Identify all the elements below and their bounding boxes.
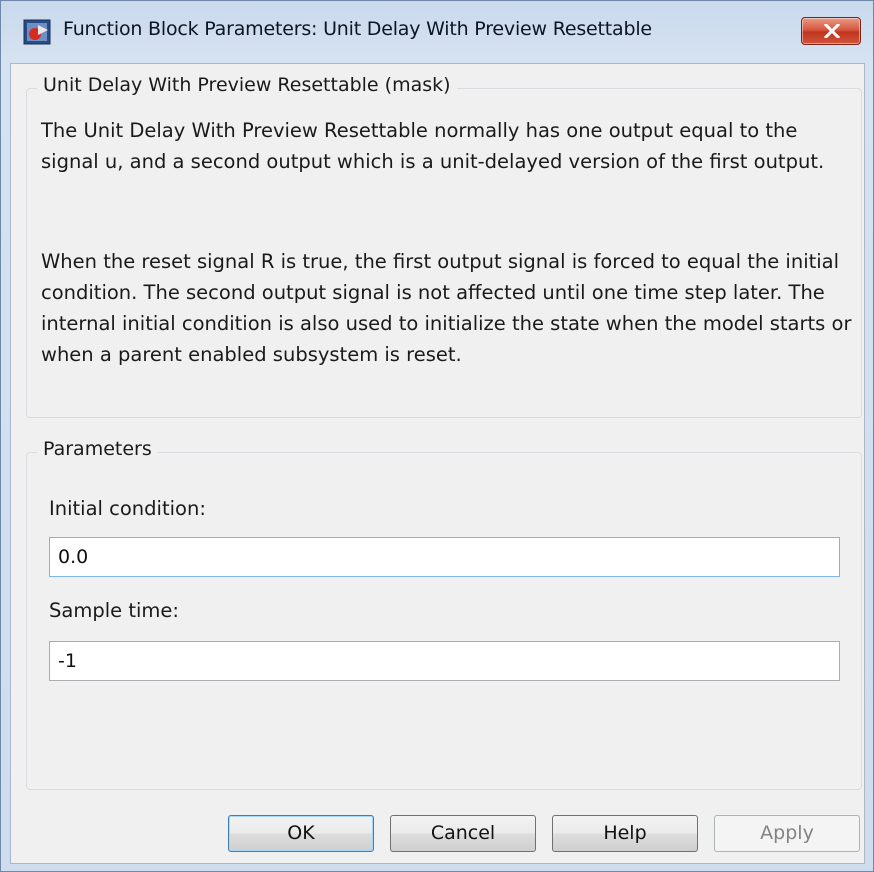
- simulink-block-icon: [23, 19, 51, 45]
- mask-description-paragraph-2: When the reset signal R is true, the fir…: [41, 250, 852, 366]
- dialog-client-area: Unit Delay With Preview Resettable (mask…: [10, 63, 865, 864]
- mask-description-paragraph-1: The Unit Delay With Preview Resettable n…: [41, 119, 825, 173]
- dialog-window: Function Block Parameters: Unit Delay Wi…: [0, 0, 874, 872]
- initial-condition-input[interactable]: [49, 537, 840, 577]
- window-title: Function Block Parameters: Unit Delay Wi…: [63, 18, 652, 40]
- close-button[interactable]: [801, 17, 861, 45]
- sample-time-label: Sample time:: [49, 599, 179, 622]
- close-icon: [824, 24, 840, 38]
- ok-button[interactable]: OK: [228, 815, 374, 852]
- parameters-group-legend: Parameters: [37, 438, 158, 460]
- help-button[interactable]: Help: [552, 815, 698, 852]
- mask-description-group: Unit Delay With Preview Resettable (mask…: [26, 74, 862, 418]
- initial-condition-label: Initial condition:: [49, 497, 206, 520]
- cancel-button[interactable]: Cancel: [390, 815, 536, 852]
- title-bar[interactable]: Function Block Parameters: Unit Delay Wi…: [1, 1, 873, 63]
- sample-time-input[interactable]: [49, 641, 840, 681]
- mask-group-legend: Unit Delay With Preview Resettable (mask…: [37, 74, 457, 96]
- parameters-group: Parameters Initial condition: Sample tim…: [26, 438, 862, 790]
- apply-button: Apply: [714, 815, 860, 852]
